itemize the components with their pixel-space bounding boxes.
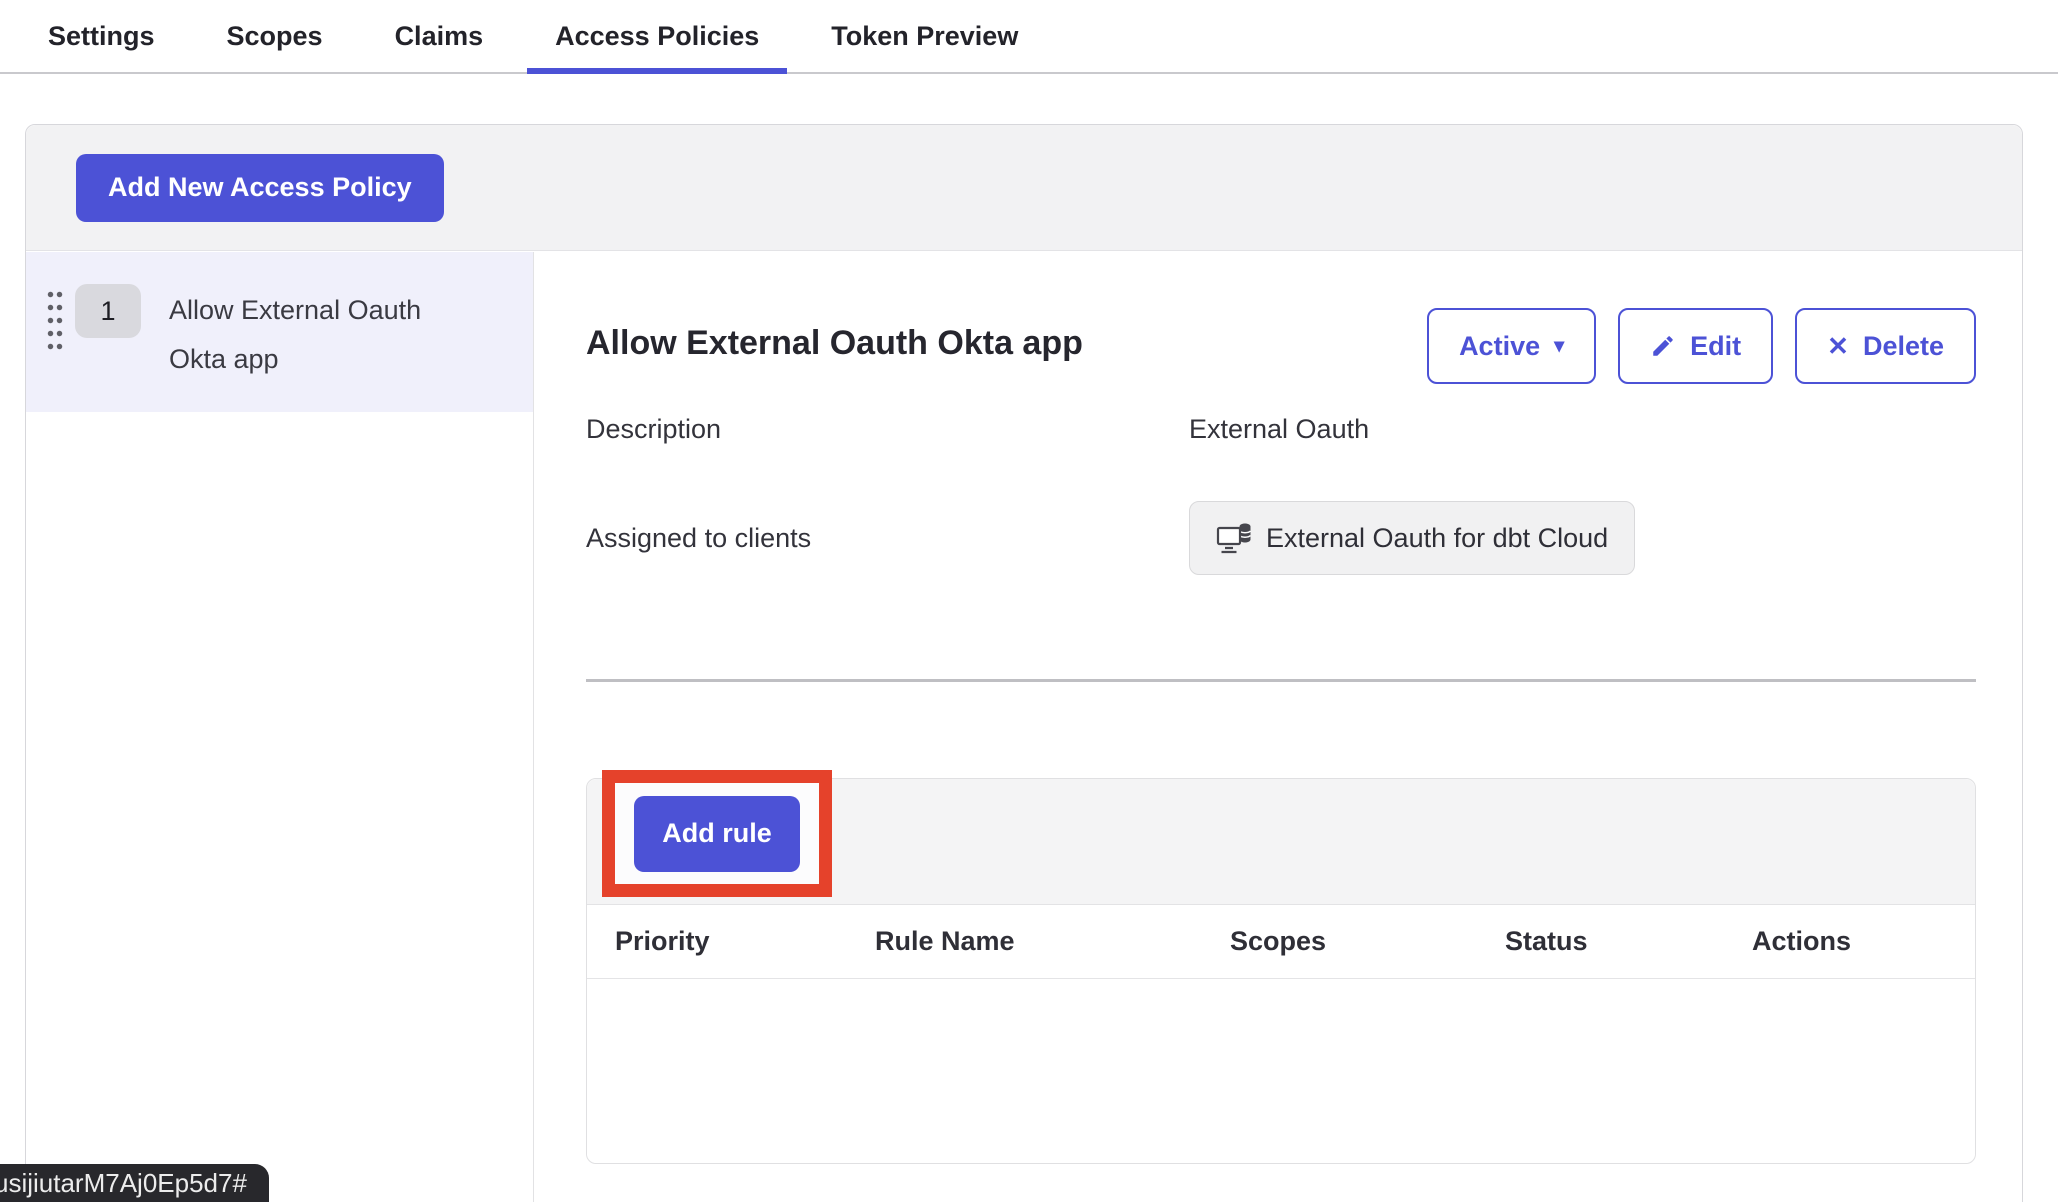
- chevron-down-icon: ▾: [1554, 336, 1564, 356]
- add-rule-button[interactable]: Add rule: [634, 796, 800, 872]
- rules-card-header: Add rule: [587, 779, 1975, 905]
- tab-bar: Settings Scopes Claims Access Policies T…: [0, 0, 2058, 74]
- tab-claims-label: Claims: [395, 21, 484, 52]
- drag-handle-icon[interactable]: [46, 288, 63, 352]
- policy-list-sidebar: 1 Allow External Oauth Okta app: [26, 252, 534, 1202]
- policy-detail-header: Allow External Oauth Okta app Active ▾ E…: [586, 308, 1976, 384]
- column-header-priority: Priority: [587, 926, 847, 957]
- tab-scopes-label: Scopes: [227, 21, 323, 52]
- assigned-clients-row: Assigned to clients External Oauth for d…: [586, 501, 1976, 575]
- status-dropdown-label: Active: [1459, 331, 1540, 362]
- link-status-text: usijiutarM7Aj0Ep5d7#: [0, 1168, 247, 1199]
- tab-token-preview-label: Token Preview: [831, 21, 1018, 52]
- panel-header: Add New Access Policy: [26, 125, 2022, 251]
- assigned-client-name: External Oauth for dbt Cloud: [1266, 523, 1608, 554]
- tab-access-policies[interactable]: Access Policies: [527, 0, 787, 72]
- policy-detail-pane: Allow External Oauth Okta app Active ▾ E…: [586, 252, 1976, 1164]
- edit-button[interactable]: Edit: [1618, 308, 1773, 384]
- policy-title: Allow External Oauth Okta app: [586, 308, 1083, 363]
- tab-token-preview[interactable]: Token Preview: [803, 0, 1046, 72]
- rules-table-empty-body: [587, 979, 1975, 1163]
- rules-card: Add rule Priority Rule Name Scopes Statu…: [586, 778, 1976, 1164]
- status-dropdown-button[interactable]: Active ▾: [1427, 308, 1596, 384]
- policy-item-name: Allow External Oauth Okta app: [169, 286, 469, 384]
- rules-table-header: Priority Rule Name Scopes Status Actions: [587, 905, 1975, 979]
- okta-access-policies-screen: Settings Scopes Claims Access Policies T…: [0, 0, 2058, 1202]
- add-new-access-policy-button[interactable]: Add New Access Policy: [76, 154, 444, 222]
- tab-settings-label: Settings: [48, 21, 155, 52]
- description-value: External Oauth: [1189, 414, 1976, 445]
- section-divider: [586, 679, 1976, 682]
- tab-access-policies-label: Access Policies: [555, 21, 759, 52]
- description-row: Description External Oauth: [586, 414, 1976, 445]
- edit-button-label: Edit: [1690, 331, 1741, 362]
- column-header-rule-name: Rule Name: [847, 926, 1202, 957]
- policy-order-badge: 1: [75, 284, 141, 338]
- x-icon: ✕: [1827, 333, 1849, 359]
- column-header-scopes: Scopes: [1202, 926, 1477, 957]
- delete-button-label: Delete: [1863, 331, 1944, 362]
- pencil-icon: [1650, 333, 1676, 359]
- assigned-clients-label: Assigned to clients: [586, 523, 1189, 554]
- link-status-tooltip: usijiutarM7Aj0Ep5d7#: [0, 1164, 269, 1202]
- policy-list-item[interactable]: 1 Allow External Oauth Okta app: [26, 252, 533, 412]
- tab-scopes[interactable]: Scopes: [199, 0, 351, 72]
- tab-settings[interactable]: Settings: [20, 0, 183, 72]
- assigned-client-badge: External Oauth for dbt Cloud: [1189, 501, 1635, 575]
- delete-button[interactable]: ✕ Delete: [1795, 308, 1976, 384]
- column-header-actions: Actions: [1724, 926, 1975, 957]
- column-header-status: Status: [1477, 926, 1724, 957]
- computer-database-icon: [1216, 521, 1252, 555]
- access-policies-panel: Add New Access Policy 1 Allow External O…: [25, 124, 2023, 1202]
- tab-claims[interactable]: Claims: [367, 0, 512, 72]
- active-tab-underline: [527, 68, 787, 74]
- policy-action-buttons: Active ▾ Edit ✕ Delete: [1427, 308, 1976, 384]
- description-label: Description: [586, 414, 1189, 445]
- red-highlight-annotation: Add rule: [602, 770, 832, 897]
